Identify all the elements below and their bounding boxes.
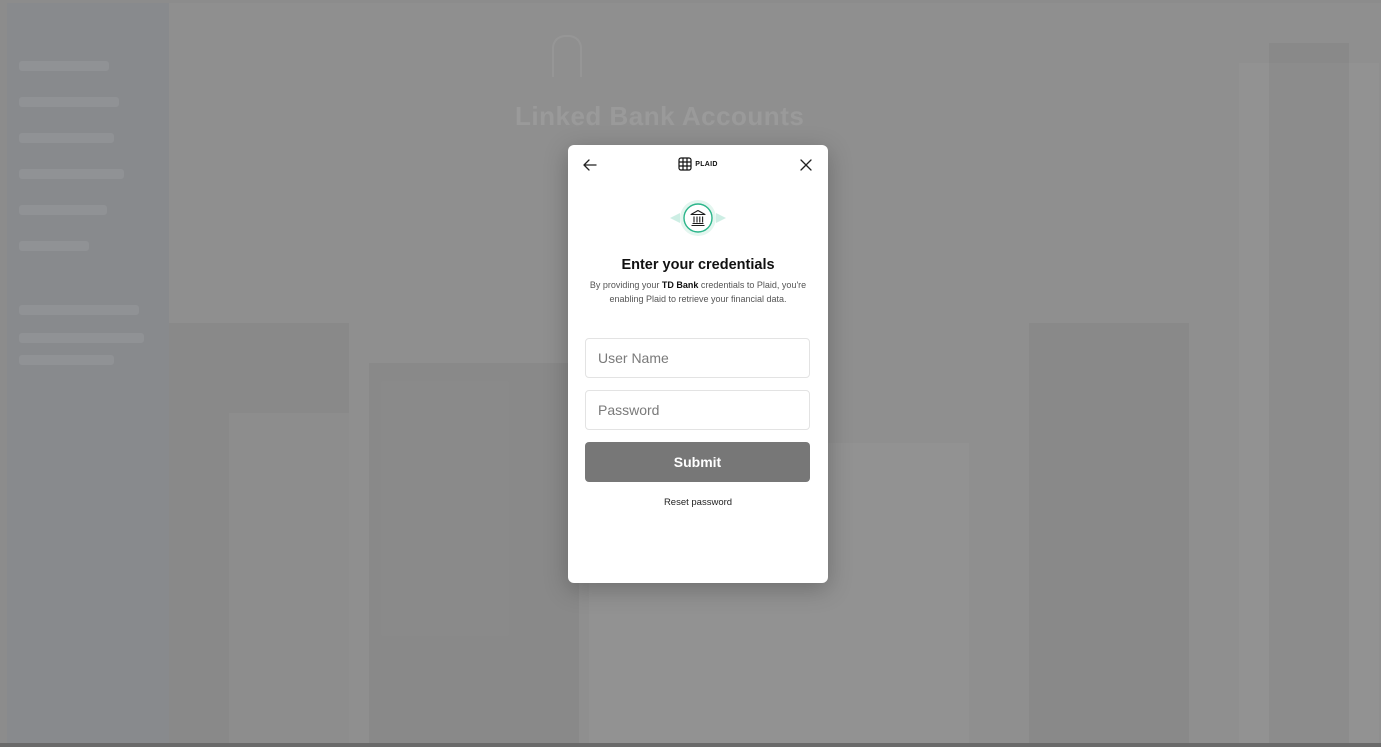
plaid-grid-icon [678,157,692,171]
background-nav-item [19,97,119,107]
plaid-credentials-modal: PLAID Enter your credentials By providin… [568,145,828,583]
submit-button[interactable]: Submit [585,442,810,482]
background-logo [552,35,582,77]
modal-description: By providing your TD Bank credentials to… [586,279,810,306]
background-nav-item [19,333,144,343]
bank-icon [666,198,730,238]
plaid-logo: PLAID [568,157,828,171]
password-input[interactable] [585,390,810,430]
background-nav-item [19,169,124,179]
background-nav-item [19,133,114,143]
background-nav-item [19,61,109,71]
background-page-title: Linked Bank Accounts [515,101,805,131]
background-nav-item [19,241,89,251]
close-icon[interactable] [794,153,818,177]
username-input[interactable] [585,338,810,378]
modal-title: Enter your credentials [621,257,775,273]
background-nav-item [19,205,107,215]
reset-password-link[interactable]: Reset password [568,497,828,508]
background-nav-item [19,355,114,365]
bottom-bar [0,743,1381,747]
description-prefix: By providing your [589,280,662,290]
background-nav-item [19,305,139,315]
plaid-wordmark: PLAID [695,160,718,168]
background-sidebar [7,3,169,743]
bank-name: TD Bank [661,280,699,290]
